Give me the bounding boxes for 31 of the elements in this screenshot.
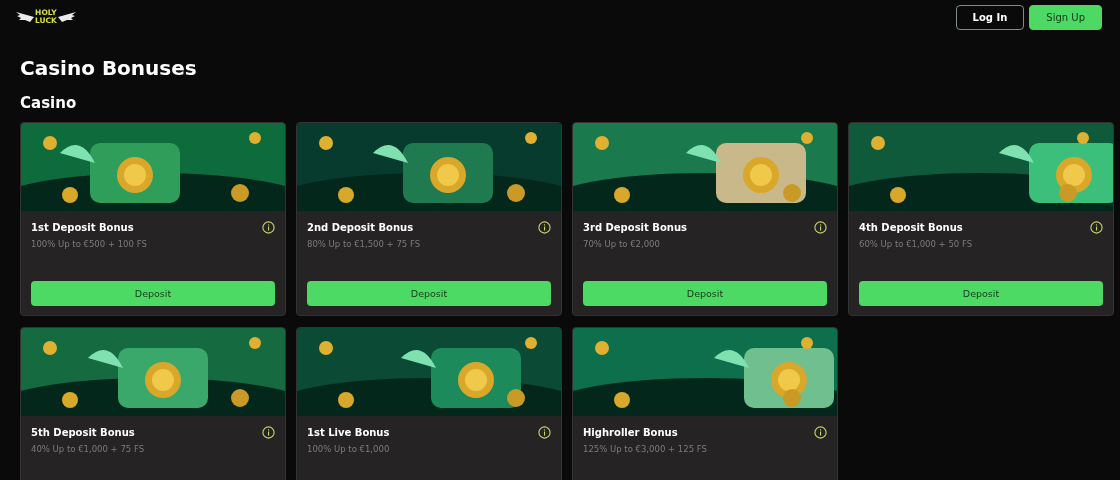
bonus-offer: 70% Up to €2,000	[583, 239, 661, 249]
info-icon[interactable]	[262, 426, 275, 439]
info-icon[interactable]	[814, 221, 827, 234]
bonus-offer: 40% Up to €1,000 + 75 FS	[31, 444, 146, 454]
bonus-title: Highroller Bonus	[583, 427, 678, 438]
bonus-title: 1st Live Bonus	[307, 427, 390, 438]
deposit-button[interactable]: Deposit	[307, 281, 551, 306]
section-heading: Casino	[20, 94, 78, 112]
sign-up-button[interactable]: Sign Up	[1029, 4, 1102, 30]
wing-icon	[16, 11, 34, 23]
info-icon[interactable]	[262, 221, 275, 234]
info-icon[interactable]	[538, 426, 551, 439]
info-icon[interactable]	[538, 221, 551, 234]
deposit-button[interactable]: Deposit	[31, 281, 275, 306]
info-icon[interactable]	[814, 426, 827, 439]
bonus-offer: 60% Up to €1,000 + 50 FS	[859, 239, 974, 249]
page-title: Casino Bonuses	[20, 56, 198, 80]
log-in-button[interactable]: Log In	[955, 4, 1025, 30]
bonus-title: 5th Deposit Bonus	[31, 427, 135, 438]
bonus-title: 2nd Deposit Bonus	[307, 222, 414, 233]
bonus-offer: 125% Up to €3,000 + 125 FS	[583, 444, 708, 454]
bonus-title: 1st Deposit Bonus	[31, 222, 134, 233]
bonus-title: 3rd Deposit Bonus	[583, 222, 687, 233]
bonus-offer: 100% Up to €1,000	[307, 444, 391, 454]
bonus-offer: 80% Up to €1,500 + 75 FS	[307, 239, 422, 249]
bonus-title: 4th Deposit Bonus	[859, 222, 963, 233]
wing-icon	[57, 11, 76, 23]
deposit-button[interactable]: Deposit	[583, 281, 827, 306]
deposit-button[interactable]: Deposit	[859, 281, 1103, 306]
info-icon[interactable]	[1090, 221, 1103, 234]
bonus-offer: 100% Up to €500 + 100 FS	[31, 239, 148, 249]
